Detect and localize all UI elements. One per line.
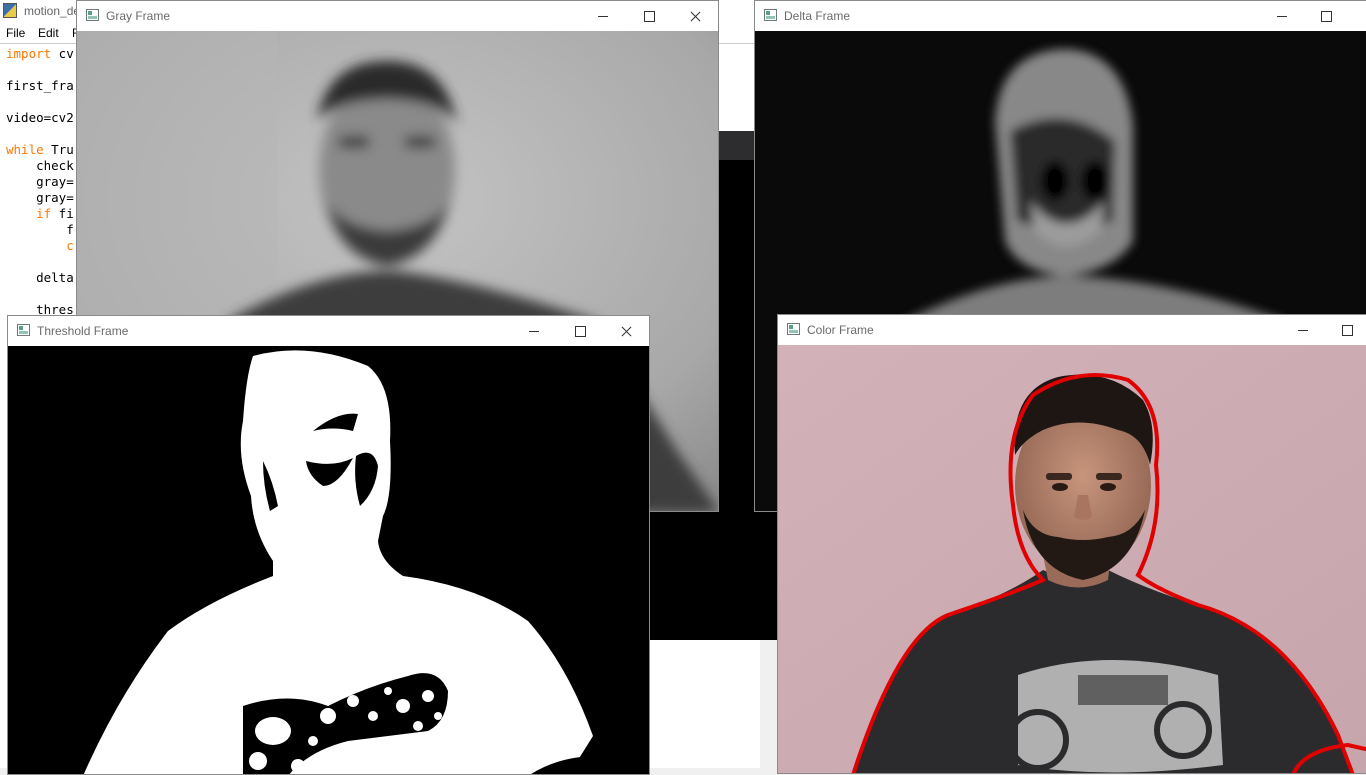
- code-line: while Tru: [6, 142, 74, 157]
- color-frame-window: Color Frame: [777, 314, 1366, 774]
- code-line: c: [6, 238, 74, 253]
- code-line: gray=: [6, 190, 74, 205]
- code-line: f: [6, 222, 74, 237]
- threshold-frame-window: Threshold Frame: [7, 315, 650, 775]
- minimize-button[interactable]: [511, 316, 557, 346]
- maximize-button[interactable]: [1303, 1, 1349, 31]
- minimize-button[interactable]: [1259, 1, 1305, 31]
- delta-frame-titlebar[interactable]: Delta Frame: [755, 1, 1366, 31]
- window-app-icon: [17, 324, 30, 336]
- threshold-frame-titlebar[interactable]: Threshold Frame: [8, 316, 649, 346]
- minimize-button[interactable]: [1280, 315, 1326, 345]
- gray-frame-titlebar[interactable]: Gray Frame: [77, 1, 718, 31]
- menu-file[interactable]: File: [6, 26, 25, 40]
- python-file-icon: [3, 3, 17, 18]
- code-line: check: [6, 158, 74, 173]
- color-frame-title: Color Frame: [807, 323, 874, 337]
- close-button[interactable]: [672, 1, 718, 31]
- color-frame-titlebar[interactable]: Color Frame: [778, 315, 1366, 345]
- window-app-icon: [86, 9, 99, 21]
- threshold-frame-image: [8, 346, 649, 774]
- code-line: if fi: [6, 206, 74, 221]
- code-line: delta: [6, 270, 74, 285]
- delta-frame-title: Delta Frame: [784, 9, 851, 23]
- code-line: first_fra: [6, 78, 74, 93]
- code-line: gray=: [6, 174, 74, 189]
- gray-frame-title: Gray Frame: [106, 9, 171, 23]
- menu-edit[interactable]: Edit: [38, 26, 59, 40]
- color-person-image: [778, 345, 1366, 773]
- code-line: import cv: [6, 46, 74, 61]
- window-app-icon: [764, 9, 777, 21]
- code-line: video=cv2: [6, 110, 74, 125]
- editor-title: motion_de: [24, 4, 81, 18]
- maximize-button[interactable]: [557, 316, 603, 346]
- background-white-panel: [718, 44, 755, 130]
- minimize-button[interactable]: [580, 1, 626, 31]
- maximize-button[interactable]: [1324, 315, 1366, 345]
- window-app-icon: [787, 323, 800, 335]
- maximize-button[interactable]: [626, 1, 672, 31]
- threshold-frame-title: Threshold Frame: [37, 324, 129, 338]
- close-button[interactable]: [603, 316, 649, 346]
- binary-threshold-image: [8, 346, 649, 774]
- color-frame-image: [778, 345, 1366, 773]
